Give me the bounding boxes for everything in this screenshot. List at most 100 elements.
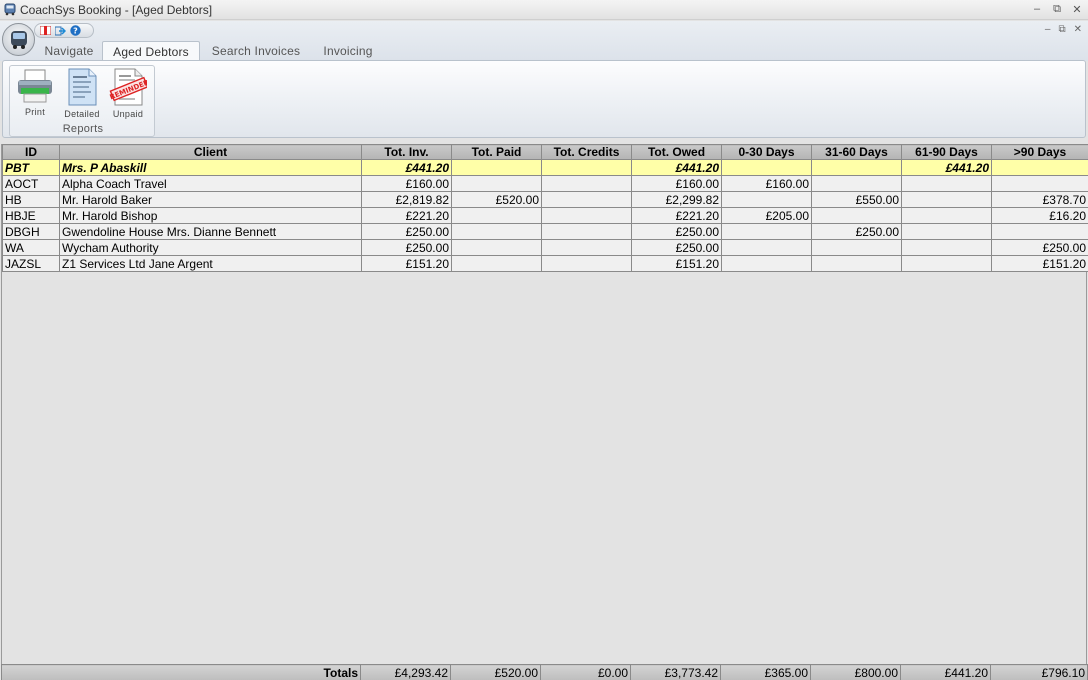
cell-31-60-days[interactable] bbox=[811, 239, 902, 256]
cell-tot-owed[interactable]: £250.00 bbox=[631, 239, 722, 256]
cell-61-90-days[interactable] bbox=[901, 239, 992, 256]
cell-0-30-days[interactable] bbox=[721, 223, 812, 240]
cell-client[interactable]: Mr. Harold Bishop bbox=[59, 207, 362, 224]
cell-tot-credits[interactable] bbox=[541, 239, 632, 256]
cell-id[interactable]: JAZSL bbox=[2, 255, 60, 272]
table-row[interactable]: JAZSL Z1 Services Ltd Jane Argent £151.20 £… bbox=[2, 255, 1088, 272]
cell-tot-paid[interactable] bbox=[451, 255, 542, 272]
column-header-over-90-days[interactable]: >90 Days bbox=[991, 144, 1088, 160]
cell-tot-inv[interactable]: £221.20 bbox=[361, 207, 452, 224]
cell-client[interactable]: Alpha Coach Travel bbox=[59, 175, 362, 192]
cell-31-60-days[interactable] bbox=[811, 175, 902, 192]
cell-61-90-days[interactable] bbox=[901, 191, 992, 208]
cell-client[interactable]: Gwendoline House Mrs. Dianne Bennett bbox=[59, 223, 362, 240]
cell-tot-paid[interactable] bbox=[451, 159, 542, 176]
column-header-0-30-days[interactable]: 0-30 Days bbox=[721, 144, 812, 160]
table-row[interactable]: PBT Mrs. P Abaskill £441.20 £441.20 £441.20 bbox=[2, 159, 1088, 176]
aged-debtors-grid[interactable]: ID Client Tot. Inv. Tot. Paid Tot. Credi… bbox=[1, 144, 1088, 664]
cell-tot-inv[interactable]: £250.00 bbox=[361, 239, 452, 256]
cell-tot-paid[interactable] bbox=[451, 207, 542, 224]
application-menu-button[interactable] bbox=[2, 23, 35, 56]
column-header-tot-owed[interactable]: Tot. Owed bbox=[631, 144, 722, 160]
cell-0-30-days[interactable] bbox=[721, 159, 812, 176]
cell-over-90-days[interactable] bbox=[991, 175, 1088, 192]
cell-over-90-days[interactable]: £16.20 bbox=[991, 207, 1088, 224]
cell-31-60-days[interactable] bbox=[811, 255, 902, 272]
cell-0-30-days[interactable] bbox=[721, 239, 812, 256]
cell-tot-owed[interactable]: £221.20 bbox=[631, 207, 722, 224]
cell-tot-inv[interactable]: £250.00 bbox=[361, 223, 452, 240]
cell-tot-owed[interactable]: £441.20 bbox=[631, 159, 722, 176]
cell-0-30-days[interactable] bbox=[721, 191, 812, 208]
column-header-31-60-days[interactable]: 31-60 Days bbox=[811, 144, 902, 160]
column-header-id[interactable]: ID bbox=[2, 144, 60, 160]
column-header-client[interactable]: Client bbox=[59, 144, 362, 160]
cell-31-60-days[interactable]: £250.00 bbox=[811, 223, 902, 240]
cell-31-60-days[interactable] bbox=[811, 207, 902, 224]
cell-over-90-days[interactable]: £250.00 bbox=[991, 239, 1088, 256]
column-header-tot-paid[interactable]: Tot. Paid bbox=[451, 144, 542, 160]
cell-61-90-days[interactable] bbox=[901, 223, 992, 240]
mdi-restore-icon[interactable]: ⧉ bbox=[1058, 24, 1065, 35]
table-row[interactable]: HB Mr. Harold Baker £2,819.82 £520.00 £2,299… bbox=[2, 191, 1088, 208]
tab-invoicing[interactable]: Invoicing bbox=[312, 41, 384, 61]
cell-tot-paid[interactable] bbox=[451, 223, 542, 240]
table-row[interactable]: AOCT Alpha Coach Travel £160.00 £160.00 £160… bbox=[2, 175, 1088, 192]
cell-over-90-days[interactable]: £378.70 bbox=[991, 191, 1088, 208]
cell-0-30-days[interactable]: £160.00 bbox=[721, 175, 812, 192]
cell-client[interactable]: Z1 Services Ltd Jane Argent bbox=[59, 255, 362, 272]
cell-tot-credits[interactable] bbox=[541, 191, 632, 208]
help-icon[interactable]: ? bbox=[69, 25, 81, 36]
cell-61-90-days[interactable] bbox=[901, 255, 992, 272]
cell-tot-inv[interactable]: £2,819.82 bbox=[361, 191, 452, 208]
close-icon[interactable]: ✕ bbox=[1070, 2, 1084, 16]
cell-tot-owed[interactable]: £160.00 bbox=[631, 175, 722, 192]
cell-61-90-days[interactable] bbox=[901, 207, 992, 224]
cell-tot-credits[interactable] bbox=[541, 255, 632, 272]
cell-tot-owed[interactable]: £151.20 bbox=[631, 255, 722, 272]
cell-31-60-days[interactable]: £550.00 bbox=[811, 191, 902, 208]
tab-navigate[interactable]: Navigate bbox=[36, 41, 102, 61]
cell-over-90-days[interactable] bbox=[991, 223, 1088, 240]
column-header-61-90-days[interactable]: 61-90 Days bbox=[901, 144, 992, 160]
restore-icon[interactable]: ⧉ bbox=[1050, 2, 1064, 16]
cell-client[interactable]: Mrs. P Abaskill bbox=[59, 159, 362, 176]
table-row[interactable]: DBGH Gwendoline House Mrs. Dianne Bennett… bbox=[2, 223, 1088, 240]
cell-id[interactable]: HB bbox=[2, 191, 60, 208]
tab-search-invoices[interactable]: Search Invoices bbox=[200, 41, 312, 61]
unpaid-button[interactable]: REMINDER Unpaid bbox=[106, 68, 150, 122]
cell-tot-credits[interactable] bbox=[541, 159, 632, 176]
cell-id[interactable]: HBJE bbox=[2, 207, 60, 224]
print-button[interactable]: Print bbox=[13, 68, 57, 122]
cell-over-90-days[interactable]: £151.20 bbox=[991, 255, 1088, 272]
cell-over-90-days[interactable] bbox=[991, 159, 1088, 176]
cell-id[interactable]: DBGH bbox=[2, 223, 60, 240]
table-row[interactable]: WA Wycham Authority £250.00 £250.00 £250.00 bbox=[2, 239, 1088, 256]
tab-aged-debtors[interactable]: Aged Debtors bbox=[102, 41, 200, 61]
cell-tot-paid[interactable] bbox=[451, 239, 542, 256]
cell-tot-owed[interactable]: £250.00 bbox=[631, 223, 722, 240]
cell-31-60-days[interactable] bbox=[811, 159, 902, 176]
mdi-minimize-icon[interactable]: – bbox=[1045, 24, 1051, 35]
cell-tot-credits[interactable] bbox=[541, 175, 632, 192]
cell-61-90-days[interactable] bbox=[901, 175, 992, 192]
flag-icon[interactable] bbox=[39, 25, 51, 36]
cell-tot-paid[interactable]: £520.00 bbox=[451, 191, 542, 208]
exit-arrow-icon[interactable] bbox=[54, 25, 66, 36]
mdi-close-icon[interactable]: ✕ bbox=[1074, 24, 1082, 35]
column-header-tot-credits[interactable]: Tot. Credits bbox=[541, 144, 632, 160]
cell-tot-inv[interactable]: £441.20 bbox=[361, 159, 452, 176]
cell-tot-paid[interactable] bbox=[451, 175, 542, 192]
detailed-button[interactable]: Detailed bbox=[60, 68, 104, 122]
cell-client[interactable]: Mr. Harold Baker bbox=[59, 191, 362, 208]
cell-id[interactable]: WA bbox=[2, 239, 60, 256]
cell-tot-credits[interactable] bbox=[541, 207, 632, 224]
column-header-tot-inv[interactable]: Tot. Inv. bbox=[361, 144, 452, 160]
cell-tot-owed[interactable]: £2,299.82 bbox=[631, 191, 722, 208]
cell-id[interactable]: AOCT bbox=[2, 175, 60, 192]
cell-0-30-days[interactable]: £205.00 bbox=[721, 207, 812, 224]
cell-0-30-days[interactable] bbox=[721, 255, 812, 272]
cell-tot-credits[interactable] bbox=[541, 223, 632, 240]
minimize-icon[interactable]: – bbox=[1030, 2, 1044, 16]
cell-tot-inv[interactable]: £160.00 bbox=[361, 175, 452, 192]
